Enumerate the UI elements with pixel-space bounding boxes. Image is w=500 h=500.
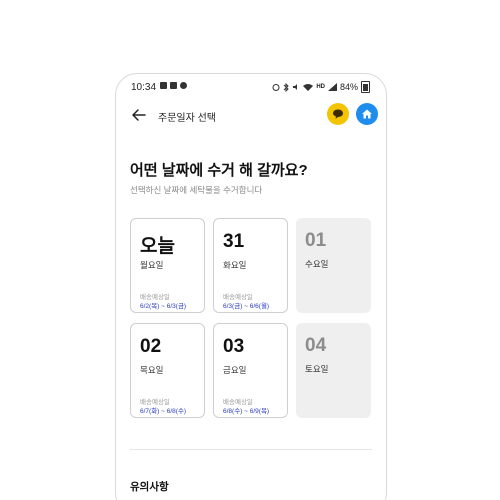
date-number: 01 (305, 230, 327, 251)
date-card-02[interactable]: 02 목요일 배송예상일 6/7(화) ~ 6/8(수) (130, 323, 205, 418)
date-weekday: 금요일 (223, 365, 247, 375)
delivery-range: 6/3(금) ~ 6/6(월) (223, 303, 270, 310)
section-divider (130, 449, 372, 450)
gallery-icon (160, 82, 167, 89)
date-number: 02 (140, 336, 162, 357)
delivery-range: 6/8(수) ~ 6/9(목) (223, 408, 270, 415)
wifi-icon (303, 84, 314, 91)
date-number: 31 (223, 231, 245, 252)
date-card-04: 04 토요일 (296, 323, 371, 418)
date-card-01: 01 수요일 (296, 218, 371, 313)
phone-frame: 10:34 HD 84% 주문일자 선택 어떤 날짜에 수거 해 갈까요? 선택… (115, 73, 387, 500)
date-weekday: 화요일 (223, 260, 247, 270)
date-weekday: 수요일 (305, 259, 329, 269)
status-right: HD 84% (272, 81, 370, 93)
date-weekday: 토요일 (305, 364, 329, 374)
date-weekday: 목요일 (140, 365, 164, 375)
date-card-03[interactable]: 03 금요일 배송예상일 6/8(수) ~ 6/9(목) (213, 323, 288, 418)
status-bar: 10:34 HD 84% (116, 74, 386, 100)
question-subtitle: 선택하신 날짜에 세탁물을 수거합니다 (130, 185, 263, 195)
battery-percent: 84% (339, 82, 358, 92)
message-icon (170, 82, 177, 89)
speech-bubble-icon (333, 109, 343, 119)
back-arrow-icon (132, 109, 146, 121)
delivery-range: 6/7(화) ~ 6/8(수) (140, 408, 187, 415)
home-button[interactable] (356, 103, 378, 125)
date-number: 오늘 (140, 236, 175, 257)
date-weekday: 월요일 (140, 260, 164, 270)
battery-icon (361, 81, 370, 93)
question-title: 어떤 날짜에 수거 해 갈까요? (130, 162, 308, 179)
delivery-range: 6/2(목) ~ 6/3(금) (140, 303, 187, 310)
notification-icons (160, 82, 187, 89)
back-button[interactable] (128, 104, 150, 126)
home-icon (362, 109, 372, 119)
date-number: 04 (305, 335, 327, 356)
notice-title: 유의사항 (130, 481, 169, 493)
mute-icon (293, 84, 298, 90)
date-card-31[interactable]: 31 화요일 배송예상일 6/3(금) ~ 6/6(월) (213, 218, 288, 313)
header: 주문일자 선택 (116, 100, 386, 134)
chat-icon (180, 82, 187, 89)
date-number: 03 (223, 336, 245, 357)
page-title: 주문일자 선택 (158, 113, 216, 124)
bluetooth-icon (283, 82, 290, 92)
chat-button[interactable] (327, 103, 349, 125)
date-card-today[interactable]: 오늘 월요일 배송예상일 6/2(목) ~ 6/3(금) (130, 218, 205, 313)
signal-icon (327, 83, 337, 91)
status-time: 10:34 (131, 82, 157, 93)
network-label: HD (316, 84, 325, 90)
alarm-icon (272, 84, 280, 91)
